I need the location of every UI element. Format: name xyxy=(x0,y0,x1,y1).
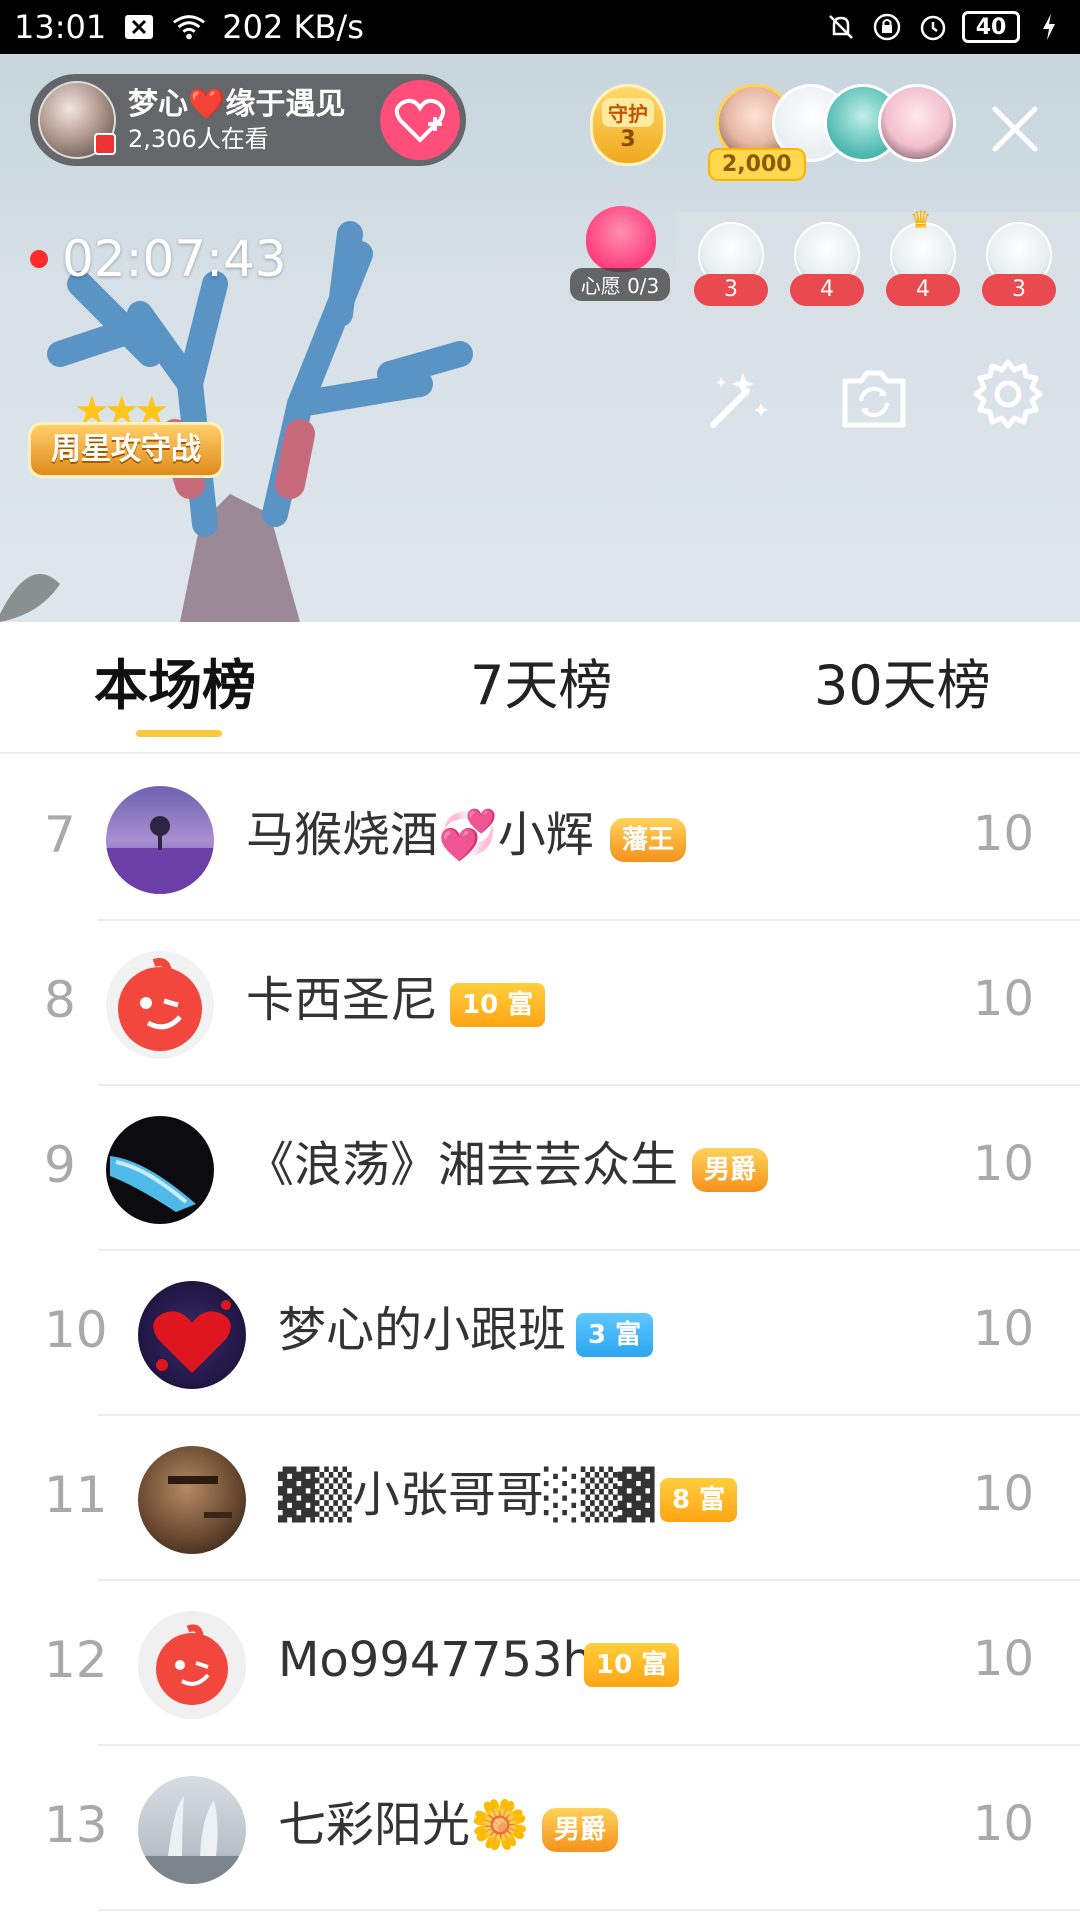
recording-dot xyxy=(30,250,48,268)
user-name: 卡西圣尼 xyxy=(246,972,439,1028)
user-name: 《浪荡》湘芸芸众生 xyxy=(246,1137,679,1193)
list-item[interactable]: 12 Mo9947753h 10 富 10 xyxy=(0,1581,1080,1746)
avatar[interactable] xyxy=(138,1611,246,1719)
gear-icon xyxy=(973,359,1043,429)
close-button[interactable] xyxy=(980,94,1050,164)
noble-badge: 男爵 xyxy=(692,1148,769,1192)
mute-bell-icon xyxy=(824,10,858,44)
user-name: Mo9947753h xyxy=(278,1632,593,1688)
tab-7-days[interactable]: 7天榜 xyxy=(470,646,612,726)
contribution-value: 10 xyxy=(972,1136,1034,1192)
host-info-pill[interactable]: 梦心❤️缘于遇见 2,306人在看 xyxy=(30,74,466,166)
tab-current-session[interactable]: 本场榜 xyxy=(94,646,256,726)
charging-icon xyxy=(1032,10,1066,44)
lock-rotation-icon xyxy=(870,10,904,44)
live-video-area: 梦心❤️缘于遇见 2,306人在看 守护 3 2,000 02:07:43 心愿… xyxy=(0,54,1080,622)
user-name: 马猴烧酒💞小辉 xyxy=(246,807,594,863)
ranking-tabs: 本场榜 7天榜 30天榜 xyxy=(0,622,1080,754)
contribution-value: 10 xyxy=(972,806,1034,862)
rank-number: 11 xyxy=(44,1466,108,1524)
wish-widget[interactable]: 心愿 0/3 xyxy=(570,206,670,306)
fan-count: 3 xyxy=(694,274,768,306)
battle-logo-text: 周星攻守战 xyxy=(28,422,224,478)
heart-face-icon xyxy=(586,206,656,272)
fan-item[interactable]: 3 xyxy=(690,222,772,308)
alarm-icon xyxy=(916,10,950,44)
avatar[interactable] xyxy=(138,1446,246,1554)
host-avatar[interactable] xyxy=(38,81,116,159)
fan-item[interactable]: ♛ 4 xyxy=(882,206,964,308)
rank-number: 8 xyxy=(44,971,76,1029)
wealth-level-badge: 3 富 xyxy=(576,1313,654,1357)
crown-icon: ♛ xyxy=(910,206,932,234)
settings-button[interactable] xyxy=(970,356,1046,432)
guard-label: 守护 xyxy=(602,98,654,127)
wealth-level-badge: 10 富 xyxy=(584,1643,680,1687)
avatar[interactable] xyxy=(106,951,214,1059)
rank-number: 12 xyxy=(44,1631,108,1689)
wealth-level-badge: 10 富 xyxy=(450,983,546,1027)
list-item[interactable]: 10 梦心的小跟班 3 富 10 xyxy=(0,1251,1080,1416)
host-name: 梦心❤️缘于遇见 xyxy=(128,87,346,122)
top-contribution: 2,000 xyxy=(708,148,806,181)
live-room-ranking-screen: 13:01 202 KB/s 40 梦心❤️缘于遇见 2,306人在看 守护 3… xyxy=(0,0,1080,1920)
wealth-level-badge: 8 富 xyxy=(660,1478,738,1522)
heart-plus-icon xyxy=(394,98,446,143)
wifi-icon xyxy=(172,10,206,44)
fan-count: 3 xyxy=(982,274,1056,306)
tab-30-days[interactable]: 30天榜 xyxy=(814,646,991,726)
avatar[interactable] xyxy=(138,1776,246,1884)
network-speed: 202 KB/s xyxy=(222,8,364,46)
rank-number: 13 xyxy=(44,1796,108,1854)
guard-badge[interactable]: 守护 3 xyxy=(584,84,672,178)
status-time: 13:01 xyxy=(14,8,107,46)
magic-wand-icon xyxy=(710,373,768,428)
list-item[interactable]: 13 七彩阳光🌼 男爵 10 xyxy=(0,1746,1080,1911)
fans-row: 3 4 ♛ 4 3 xyxy=(676,206,1080,314)
list-item[interactable]: 8 卡西圣尼 10 富 10 xyxy=(0,921,1080,1086)
avatar[interactable] xyxy=(106,1116,214,1224)
fan-count: 4 xyxy=(790,274,864,306)
list-item[interactable]: 9 《浪荡》湘芸芸众生 男爵 10 xyxy=(0,1086,1080,1251)
wish-label: 心愿 0/3 xyxy=(570,268,670,301)
live-timer: 02:07:43 xyxy=(30,230,287,288)
notification-close-icon xyxy=(122,10,156,44)
noble-badge: 男爵 xyxy=(542,1808,619,1852)
list-item[interactable]: 11 ▓▒小张哥哥░▒▓ 8 富 10 xyxy=(0,1416,1080,1581)
rank-number: 7 xyxy=(44,806,76,864)
avatar[interactable] xyxy=(106,786,214,894)
camera-flip-icon xyxy=(842,370,906,428)
rank-number: 9 xyxy=(44,1136,76,1194)
avatar[interactable] xyxy=(138,1281,246,1389)
contribution-value: 10 xyxy=(972,971,1034,1027)
user-name: 梦心的小跟班 xyxy=(278,1302,567,1358)
weekly-star-battle-badge[interactable]: ★★★ 周星攻守战 xyxy=(28,388,224,488)
fan-count: 4 xyxy=(886,274,960,306)
contribution-value: 10 xyxy=(972,1631,1034,1687)
list-item[interactable]: 7 马猴烧酒💞小辉 藩王 10 xyxy=(0,756,1080,921)
beauty-button[interactable] xyxy=(700,360,776,436)
active-tab-indicator xyxy=(136,730,222,737)
ranking-list: 7 马猴烧酒💞小辉 藩王 10 8 卡西圣尼 10 富 10 9 《浪荡》湘芸芸 xyxy=(0,756,1080,1920)
rank-number: 10 xyxy=(44,1301,108,1359)
user-name: ▓▒小张哥哥░▒▓ xyxy=(278,1467,655,1523)
viewer-count: 2,306人在看 xyxy=(128,125,269,153)
follow-button[interactable] xyxy=(380,80,460,160)
status-bar: 13:01 202 KB/s 40 xyxy=(0,0,1080,54)
battery-level: 40 xyxy=(962,11,1020,43)
flip-camera-button[interactable] xyxy=(836,360,912,436)
fan-item[interactable]: 3 xyxy=(978,222,1060,308)
user-name: 七彩阳光🌼 xyxy=(278,1797,530,1853)
close-icon xyxy=(992,106,1038,152)
guard-count: 3 xyxy=(620,127,636,152)
contribution-value: 10 xyxy=(972,1301,1034,1357)
fan-item[interactable]: 4 xyxy=(786,222,868,308)
contribution-value: 10 xyxy=(972,1796,1034,1852)
timer-text: 02:07:43 xyxy=(62,230,287,288)
viewer-avatar[interactable] xyxy=(878,84,956,162)
noble-badge: 藩王 xyxy=(610,818,687,862)
contribution-value: 10 xyxy=(972,1466,1034,1522)
top-viewers[interactable]: 2,000 xyxy=(708,84,956,202)
